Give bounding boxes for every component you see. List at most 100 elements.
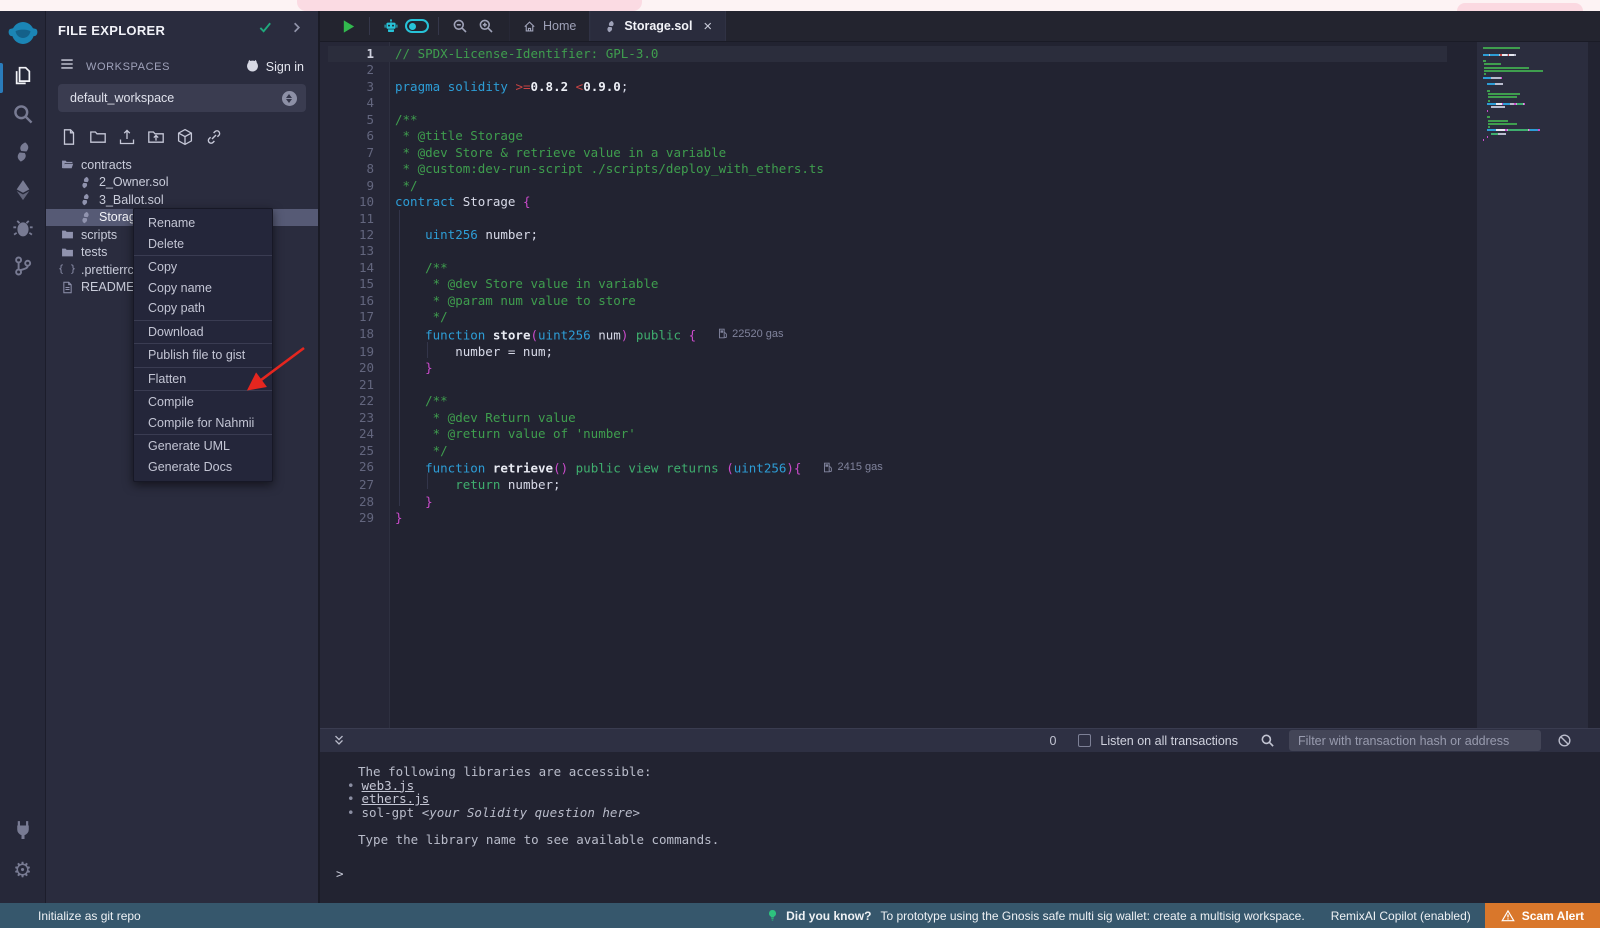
- context-menu-item-compile[interactable]: Compile: [134, 392, 272, 413]
- context-menu-item-rename[interactable]: Rename: [134, 213, 272, 234]
- code-content: 1// SPDX-License-Identifier: GPL-3.023pr…: [328, 46, 1447, 527]
- tree-item-3-ballot-sol[interactable]: 3_Ballot.sol: [46, 191, 318, 209]
- code-text: [374, 377, 395, 393]
- line-number: 25: [328, 443, 374, 459]
- git-icon: [12, 255, 34, 282]
- indent-guide: [427, 342, 428, 358]
- code-line-20: 20 }: [328, 360, 1447, 376]
- copilot-toggle[interactable]: [404, 13, 430, 39]
- context-menu-item-delete[interactable]: Delete: [134, 234, 272, 255]
- new-folder-icon[interactable]: [89, 128, 107, 146]
- context-menu-item-publish-file-to-gist[interactable]: Publish file to gist: [134, 345, 272, 366]
- context-menu-item-copy[interactable]: Copy: [134, 257, 272, 278]
- context-menu-item-copy-name[interactable]: Copy name: [134, 278, 272, 299]
- gas-estimate-badge: 2415 gas: [823, 459, 882, 475]
- solidity-file-icon: [78, 193, 92, 207]
- terminal-collapse-icon[interactable]: [332, 733, 348, 749]
- rail-item-deploy-run[interactable]: [0, 173, 46, 211]
- upload-file-icon[interactable]: [118, 128, 136, 146]
- deploy-run-icon: [12, 179, 34, 206]
- search-icon[interactable]: [1260, 733, 1275, 748]
- browser-edge-artifact: [0, 0, 1600, 11]
- solidity-compiler-icon: [12, 141, 34, 168]
- rail-item-plugin-manager[interactable]: [0, 813, 46, 851]
- tree-item-2-owner-sol[interactable]: 2_Owner.sol: [46, 174, 318, 192]
- code-editor[interactable]: 1// SPDX-License-Identifier: GPL-3.023pr…: [320, 42, 1600, 728]
- clear-console-icon[interactable]: [1557, 733, 1572, 748]
- zoom-in-icon[interactable]: [473, 13, 499, 39]
- import-link-icon[interactable]: [205, 128, 223, 146]
- tab-home[interactable]: Home: [509, 11, 590, 41]
- ai-copilot-icon[interactable]: [378, 13, 404, 39]
- browser-artifact-segment: [297, 0, 642, 11]
- code-text: function store(uint256 num) public {2252…: [374, 326, 783, 344]
- line-number: 24: [328, 426, 374, 442]
- code-line-11: 11: [328, 211, 1447, 227]
- terminal-prompt[interactable]: >: [336, 867, 1600, 881]
- tab-storage-sol[interactable]: Storage.sol×: [590, 11, 726, 41]
- editor-minimap[interactable]: [1477, 42, 1588, 728]
- indent-guide: [427, 473, 428, 489]
- context-menu-item-compile-for-nahmii[interactable]: Compile for Nahmii: [134, 413, 272, 434]
- code-text: */: [374, 443, 448, 459]
- code-line-12: 12 uint256 number;: [328, 227, 1447, 243]
- rail-item-search[interactable]: [0, 97, 46, 135]
- rail-item-solidity-compiler[interactable]: [0, 135, 46, 173]
- menu-separator: [134, 255, 272, 256]
- rail-item-file-explorer[interactable]: [0, 59, 46, 97]
- context-menu-item-copy-path[interactable]: Copy path: [134, 298, 272, 319]
- code-line-8: 8 * @custom:dev-run-script ./scripts/dep…: [328, 161, 1447, 177]
- context-menu-item-generate-uml[interactable]: Generate UML: [134, 436, 272, 457]
- code-text: */: [374, 309, 448, 325]
- editor-tabs: HomeStorage.sol×: [509, 11, 726, 41]
- file-explorer-icon: [12, 65, 34, 92]
- new-file-icon[interactable]: [60, 128, 78, 146]
- code-text: /**: [374, 393, 448, 409]
- file-icon: [60, 280, 74, 294]
- code-line-1: 1// SPDX-License-Identifier: GPL-3.0: [328, 46, 1447, 62]
- github-icon: [245, 58, 260, 76]
- run-script-button[interactable]: [335, 13, 361, 39]
- copilot-status[interactable]: RemixAI Copilot (enabled): [1331, 909, 1471, 923]
- git-init-button[interactable]: Initialize as git repo: [38, 909, 141, 923]
- plugin-manager-icon: [12, 819, 34, 846]
- load-cube-icon[interactable]: [176, 128, 194, 146]
- folder-open-icon: [60, 158, 74, 172]
- transaction-filter-input[interactable]: [1289, 730, 1541, 751]
- code-line-2: 2: [328, 62, 1447, 78]
- minimap-line: [1483, 139, 1543, 142]
- workspace-select[interactable]: default_workspace: [58, 84, 306, 112]
- workspaces-menu-icon[interactable]: [60, 57, 74, 76]
- rail-item-remix-logo[interactable]: [0, 13, 46, 59]
- terminal-output[interactable]: The following libraries are accessible:•…: [320, 752, 1600, 903]
- rail-item-debugger[interactable]: [0, 211, 46, 249]
- zoom-out-icon[interactable]: [447, 13, 473, 39]
- code-line-27: 27 return number;: [328, 477, 1447, 493]
- upload-folder-icon[interactable]: [147, 128, 165, 146]
- line-number: 28: [328, 494, 374, 510]
- context-menu-item-generate-docs[interactable]: Generate Docs: [134, 457, 272, 478]
- close-tab-icon[interactable]: ×: [703, 18, 712, 35]
- line-number: 18: [328, 326, 374, 344]
- panel-title: FILE EXPLORER: [58, 23, 165, 38]
- code-text: function retrieve() public view returns …: [374, 459, 883, 477]
- main-area: HomeStorage.sol× 1// SPDX-License-Identi…: [320, 11, 1600, 903]
- terminal-line: •sol-gpt <your Solidity question here>: [320, 806, 1600, 820]
- sign-in-button[interactable]: Sign in: [245, 58, 304, 76]
- code-text: contract Storage {: [374, 194, 530, 210]
- rail-item-settings[interactable]: ⚙: [0, 851, 46, 889]
- listen-all-checkbox[interactable]: [1078, 734, 1091, 747]
- scam-alert-button[interactable]: Scam Alert: [1485, 903, 1600, 928]
- code-line-17: 17 */: [328, 309, 1447, 325]
- terminal-line: Type the library name to see available c…: [320, 833, 1600, 847]
- workspaces-row: WORKSPACES Sign in: [46, 40, 318, 76]
- context-menu-item-flatten[interactable]: Flatten: [134, 369, 272, 390]
- tree-item-label: 3_Ballot.sol: [99, 193, 164, 207]
- code-line-14: 14 /**: [328, 260, 1447, 276]
- line-number: 29: [328, 510, 374, 526]
- rail-item-git[interactable]: [0, 249, 46, 287]
- tree-item-contracts[interactable]: contracts: [46, 156, 318, 174]
- chevron-right-icon[interactable]: [289, 20, 304, 40]
- line-number: 17: [328, 309, 374, 325]
- context-menu-item-download[interactable]: Download: [134, 322, 272, 343]
